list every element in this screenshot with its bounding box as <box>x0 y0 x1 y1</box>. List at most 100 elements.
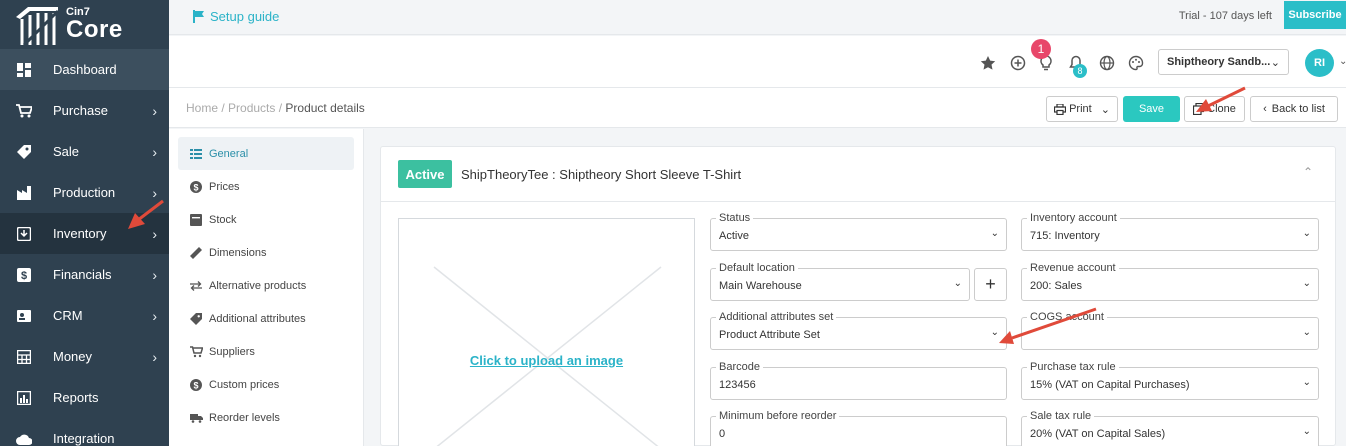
dollar-circle-icon: $ <box>189 180 203 194</box>
svg-text:$: $ <box>193 182 198 192</box>
chevron-down-icon: ⌄ <box>1302 426 1311 437</box>
upload-image-link[interactable]: Click to upload an image <box>399 353 694 368</box>
field-value: Product Attribute Set <box>719 329 820 341</box>
sidebar-item-reports[interactable]: Reports <box>0 377 169 418</box>
breadcrumb-home[interactable]: Home <box>186 101 218 115</box>
sidebar-item-label: Production <box>53 185 116 200</box>
ruler-icon <box>189 246 203 260</box>
sidebar-item-integration[interactable]: Integration <box>0 418 169 446</box>
plus-icon: + <box>985 274 996 294</box>
cart-icon <box>189 345 203 359</box>
subnav-label: Alternative products <box>209 279 307 292</box>
clone-button[interactable]: Clone <box>1184 96 1245 122</box>
subnav-item-additional-attributes[interactable]: Additional attributes <box>169 302 363 335</box>
dollar-circle-icon: $ <box>189 378 203 392</box>
sidebar-item-financials[interactable]: $ Financials › <box>0 254 169 295</box>
tag-icon <box>189 312 203 326</box>
back-to-list-label: Back to list <box>1271 103 1325 115</box>
image-upload-area[interactable]: Click to upload an image <box>398 218 695 446</box>
subscribe-button[interactable]: Subscribe <box>1284 1 1346 29</box>
save-button[interactable]: Save <box>1123 96 1180 122</box>
barcode-field[interactable]: Barcode 123456 <box>710 361 1007 400</box>
bell-count-badge: 8 <box>1073 64 1087 78</box>
swap-icon <box>189 279 203 293</box>
subnav-item-general[interactable]: General <box>178 137 354 170</box>
chevron-down-icon: ⌄ <box>1270 57 1280 69</box>
setup-guide-link[interactable]: Setup guide <box>193 9 279 24</box>
back-to-list-button[interactable]: ‹ Back to list <box>1250 96 1338 122</box>
breadcrumb-current: Product details <box>285 101 365 115</box>
subnav-item-prices[interactable]: $ Prices <box>169 170 363 203</box>
subnav-item-suppliers[interactable]: Suppliers <box>169 335 363 368</box>
dollar-icon: $ <box>16 267 32 283</box>
company-select[interactable]: Shiptheory Sandb... ⌄ <box>1158 49 1289 75</box>
sidebar-item-label: Reports <box>53 390 99 405</box>
chevron-down-icon[interactable]: ⌄ <box>1339 56 1346 67</box>
image-placeholder-icon <box>433 266 662 446</box>
sidebar-item-label: Financials <box>53 267 112 282</box>
sidebar-item-purchase[interactable]: Purchase › <box>0 90 169 131</box>
sidebar-item-inventory[interactable]: Inventory › <box>0 213 169 254</box>
subnav-label: Custom prices <box>209 378 280 391</box>
default-location-select[interactable]: Default location Main Warehouse ⌄ <box>710 262 970 301</box>
subnav-item-reorder-levels[interactable]: Reorder levels <box>169 401 363 434</box>
subnav-item-stock[interactable]: Stock <box>169 203 363 236</box>
sidebar-item-crm[interactable]: CRM › <box>0 295 169 336</box>
subnav-item-dimensions[interactable]: Dimensions <box>169 236 363 269</box>
notification-badge: 1 <box>1031 39 1051 59</box>
field-label: Sale tax rule <box>1027 410 1095 422</box>
tag-icon <box>16 144 32 160</box>
setup-guide-label: Setup guide <box>210 9 280 24</box>
field-value: 123456 <box>719 379 756 391</box>
clone-label: Clone <box>1207 103 1236 115</box>
sidebar-item-money[interactable]: Money › <box>0 336 169 377</box>
print-label: Print <box>1069 103 1092 115</box>
product-card-header: Active ShipTheoryTee : Shiptheory Short … <box>381 147 1335 202</box>
chevron-right-icon: › <box>152 267 157 283</box>
revenue-account-select[interactable]: Revenue account 200: Sales ⌄ <box>1021 262 1319 301</box>
subnav-item-custom-prices[interactable]: $ Custom prices <box>169 368 363 401</box>
sidebar-item-label: Integration <box>53 431 115 446</box>
sidebar-item-sale[interactable]: Sale › <box>0 131 169 172</box>
attributes-set-select[interactable]: Additional attributes set Product Attrib… <box>710 311 1007 350</box>
chevron-down-icon: ⌄ <box>1302 327 1311 338</box>
subnav-item-alternative-products[interactable]: Alternative products <box>169 269 363 302</box>
brand-logo[interactable]: Cin7 Core <box>0 0 169 49</box>
inventory-account-select[interactable]: Inventory account 715: Inventory ⌄ <box>1021 212 1319 251</box>
avatar[interactable]: RI <box>1305 49 1334 77</box>
sale-tax-select[interactable]: Sale tax rule 20% (VAT on Capital Sales)… <box>1021 410 1319 446</box>
factory-icon <box>16 185 32 201</box>
field-label: Purchase tax rule <box>1027 361 1119 373</box>
sidebar-item-dashboard[interactable]: Dashboard <box>0 49 169 90</box>
field-label: Inventory account <box>1027 212 1120 224</box>
globe-icon[interactable] <box>1098 54 1116 72</box>
company-select-value: Shiptheory Sandb... <box>1167 56 1271 68</box>
breadcrumb-products[interactable]: Products <box>228 101 275 115</box>
chevron-down-icon: ⌄ <box>990 327 999 338</box>
breadcrumb-bar: Home / Products / Product details Print … <box>169 88 1346 128</box>
add-circle-icon[interactable] <box>1009 54 1027 72</box>
cogs-account-select[interactable]: COGS account ⌄ <box>1021 311 1319 350</box>
palette-icon[interactable] <box>1127 54 1145 72</box>
subnav-label: Dimensions <box>209 246 267 259</box>
chevron-up-icon[interactable]: ⌃ <box>1303 165 1313 179</box>
field-label: Barcode <box>716 361 763 373</box>
field-label: Minimum before reorder <box>716 410 840 422</box>
calculator-icon <box>16 349 32 365</box>
cin7-logo-icon <box>16 6 60 45</box>
svg-text:$: $ <box>21 270 27 282</box>
brand-big: Core <box>66 16 123 43</box>
purchase-tax-select[interactable]: Purchase tax rule 15% (VAT on Capital Pu… <box>1021 361 1319 400</box>
chevron-right-icon: › <box>152 103 157 119</box>
min-reorder-field[interactable]: Minimum before reorder 0 <box>710 410 1007 446</box>
star-icon[interactable] <box>979 54 997 72</box>
chevron-down-icon: ⌄ <box>1302 278 1311 289</box>
status-select[interactable]: Status Active ⌄ <box>710 212 1007 251</box>
chevron-right-icon: › <box>152 185 157 201</box>
list-icon <box>189 147 203 161</box>
add-location-button[interactable]: + <box>974 268 1007 301</box>
sidebar-item-label: Inventory <box>53 226 107 241</box>
product-subnav: General $ Prices Stock Dimensions Altern… <box>169 129 364 446</box>
print-button[interactable]: Print ⌄ <box>1046 96 1118 122</box>
sidebar-item-production[interactable]: Production › <box>0 172 169 213</box>
